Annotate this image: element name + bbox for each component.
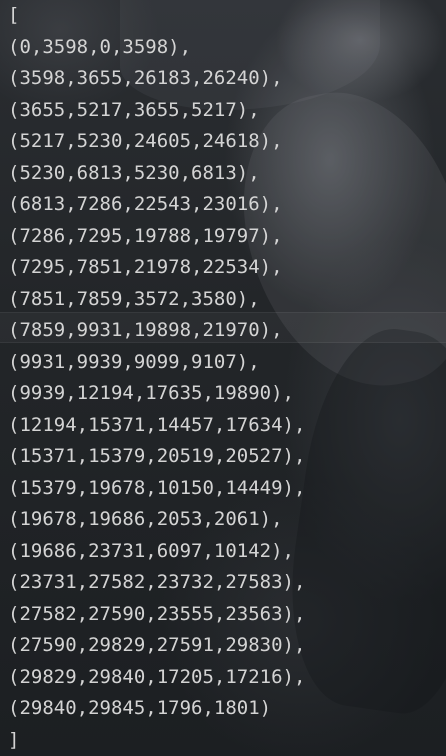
code-line[interactable]: (15379,19678,10150,14449), — [8, 473, 305, 505]
code-line[interactable]: (6813,7286,22543,23016), — [8, 189, 283, 221]
code-line[interactable]: (7859,9931,19898,21970), — [8, 315, 283, 347]
code-line[interactable]: (9939,12194,17635,19890), — [8, 378, 294, 410]
code-line[interactable]: (5230,6813,5230,6813), — [8, 158, 260, 190]
code-line[interactable]: (19686,23731,6097,10142), — [8, 536, 294, 568]
code-line[interactable]: (7851,7859,3572,3580), — [8, 284, 260, 316]
code-line[interactable]: (3655,5217,3655,5217), — [8, 95, 260, 127]
code-line[interactable]: (5217,5230,24605,24618), — [8, 126, 283, 158]
code-line[interactable]: (0,3598,0,3598), — [8, 32, 191, 64]
code-line[interactable]: (19678,19686,2053,2061), — [8, 504, 283, 536]
code-line[interactable]: (23731,27582,23732,27583), — [8, 567, 305, 599]
code-line[interactable]: (29840,29845,1796,1801) — [8, 693, 271, 725]
open-bracket[interactable]: [ — [8, 0, 19, 32]
code-line[interactable]: (27590,29829,27591,29830), — [8, 630, 305, 662]
code-line[interactable]: (12194,15371,14457,17634), — [8, 410, 305, 442]
code-line[interactable]: (29829,29840,17205,17216), — [8, 662, 305, 694]
close-bracket[interactable]: ] — [8, 725, 19, 756]
code-line[interactable]: (7286,7295,19788,19797), — [8, 221, 283, 253]
code-line[interactable]: (9931,9939,9099,9107), — [8, 347, 260, 379]
code-line[interactable]: (15371,15379,20519,20527), — [8, 441, 305, 473]
code-line[interactable]: (3598,3655,26183,26240), — [8, 63, 283, 95]
code-line[interactable]: (27582,27590,23555,23563), — [8, 599, 305, 631]
code-editor[interactable]: [ (0,3598,0,3598), (3598,3655,26183,2624… — [0, 0, 446, 756]
code-line[interactable]: (7295,7851,21978,22534), — [8, 252, 283, 284]
